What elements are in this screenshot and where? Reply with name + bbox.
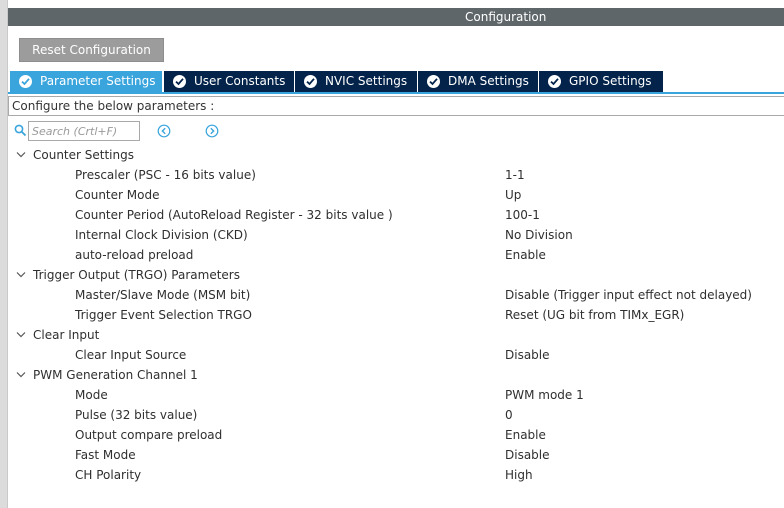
param-label: auto-reload preload <box>75 248 194 262</box>
window-title: Configuration <box>465 10 547 24</box>
param-row[interactable]: Fast Mode Disable <box>8 445 784 465</box>
param-value[interactable]: Disable <box>505 345 550 365</box>
group-label: Trigger Output (TRGO) Parameters <box>33 268 240 282</box>
param-label: Pulse (32 bits value) <box>75 408 198 422</box>
param-label: Trigger Event Selection TRGO <box>75 308 252 322</box>
tab-dma-settings[interactable]: DMA Settings <box>418 71 538 92</box>
param-value[interactable]: PWM mode 1 <box>505 385 584 405</box>
param-value[interactable]: Reset (UG bit from TIMx_EGR) <box>505 305 684 325</box>
param-row[interactable]: Pulse (32 bits value) 0 <box>8 405 784 425</box>
check-circle-icon <box>548 75 561 88</box>
param-value[interactable]: High <box>505 465 533 485</box>
param-value[interactable]: 100-1 <box>505 205 540 225</box>
reset-configuration-button[interactable]: Reset Configuration <box>19 38 164 62</box>
search-icon[interactable] <box>14 124 27 137</box>
tab-label: GPIO Settings <box>569 74 652 88</box>
param-label: Output compare preload <box>75 428 223 442</box>
param-label: CH Polarity <box>75 468 142 482</box>
previous-result-icon[interactable] <box>157 124 171 138</box>
group-row-counter-settings[interactable]: Counter Settings <box>8 145 784 165</box>
param-value[interactable]: Disable (Trigger input effect not delaye… <box>505 285 752 305</box>
check-circle-icon <box>173 75 186 88</box>
chevron-down-icon[interactable] <box>16 271 26 279</box>
param-row[interactable]: auto-reload preload Enable <box>8 245 784 265</box>
param-label: Prescaler (PSC - 16 bits value) <box>75 168 256 182</box>
check-circle-icon <box>304 75 317 88</box>
param-value[interactable]: Disable <box>505 445 550 465</box>
title-bar: Configuration <box>8 8 784 26</box>
tab-label: DMA Settings <box>448 74 529 88</box>
param-value[interactable]: No Division <box>505 225 573 245</box>
param-value[interactable]: Enable <box>505 425 546 445</box>
param-row[interactable]: Prescaler (PSC - 16 bits value) 1-1 <box>8 165 784 185</box>
param-row[interactable]: Counter Period (AutoReload Register - 32… <box>8 205 784 225</box>
check-circle-icon <box>427 75 440 88</box>
chevron-down-icon[interactable] <box>16 151 26 159</box>
parameters-header: Configure the below parameters : <box>8 96 784 116</box>
tab-nvic-settings[interactable]: NVIC Settings <box>295 71 417 92</box>
tab-user-constants[interactable]: User Constants <box>164 71 294 92</box>
check-circle-icon <box>19 75 32 88</box>
chevron-down-icon[interactable] <box>16 371 26 379</box>
group-row-pwm-generation-channel-1[interactable]: PWM Generation Channel 1 <box>8 365 784 385</box>
param-row[interactable]: Mode PWM mode 1 <box>8 385 784 405</box>
param-value[interactable]: 1-1 <box>505 165 525 185</box>
tab-bar: Parameter Settings User Constants NVIC S… <box>8 71 784 94</box>
param-value[interactable]: 0 <box>505 405 513 425</box>
param-value[interactable]: Up <box>505 185 521 205</box>
param-label: Internal Clock Division (CKD) <box>75 228 248 242</box>
param-label: Mode <box>75 388 108 402</box>
search-input[interactable] <box>28 121 140 141</box>
param-row[interactable]: Internal Clock Division (CKD) No Divisio… <box>8 225 784 245</box>
next-result-icon[interactable] <box>205 124 219 138</box>
parameters-hint: Configure the below parameters : <box>12 99 215 113</box>
group-label: Clear Input <box>33 328 100 342</box>
tab-parameter-settings[interactable]: Parameter Settings <box>10 71 162 94</box>
group-label: PWM Generation Channel 1 <box>33 368 198 382</box>
param-label: Counter Period (AutoReload Register - 32… <box>75 208 393 222</box>
tab-label: Parameter Settings <box>40 74 156 88</box>
param-row[interactable]: Clear Input Source Disable <box>8 345 784 365</box>
param-label: Counter Mode <box>75 188 160 202</box>
param-row[interactable]: CH Polarity High <box>8 465 784 485</box>
param-row[interactable]: Trigger Event Selection TRGO Reset (UG b… <box>8 305 784 325</box>
tab-gpio-settings[interactable]: GPIO Settings <box>539 71 663 92</box>
param-row[interactable]: Output compare preload Enable <box>8 425 784 445</box>
left-gutter <box>0 0 8 508</box>
tab-label: User Constants <box>194 74 286 88</box>
param-row[interactable]: Counter Mode Up <box>8 185 784 205</box>
param-label: Master/Slave Mode (MSM bit) <box>75 288 251 302</box>
group-row-trigger-output[interactable]: Trigger Output (TRGO) Parameters <box>8 265 784 285</box>
param-value[interactable]: Enable <box>505 245 546 265</box>
param-label: Clear Input Source <box>75 348 187 362</box>
param-row[interactable]: Master/Slave Mode (MSM bit) Disable (Tri… <box>8 285 784 305</box>
chevron-down-icon[interactable] <box>16 331 26 339</box>
group-row-clear-input[interactable]: Clear Input <box>8 325 784 345</box>
group-label: Counter Settings <box>33 148 134 162</box>
tab-label: NVIC Settings <box>325 74 408 88</box>
param-label: Fast Mode <box>75 448 136 462</box>
